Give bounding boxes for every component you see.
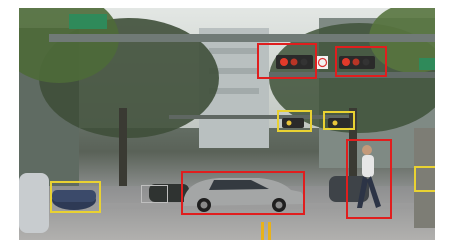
street-sign-green [69, 14, 107, 29]
road-line-right [268, 222, 271, 240]
gantry-top [49, 34, 435, 42]
car-far-left [19, 173, 49, 233]
car-detection-left [50, 181, 101, 213]
pedestrian-detection [346, 139, 392, 219]
street-scene-photo [19, 8, 435, 240]
road-line-left [261, 222, 264, 240]
car-detection-main [181, 171, 305, 215]
traffic-light-detection-2 [335, 46, 387, 77]
car-detection-small [141, 185, 168, 203]
car-detection-right [414, 166, 435, 192]
traffic-light-detection-3 [277, 110, 312, 132]
traffic-light-detection-4 [323, 111, 355, 130]
traffic-light-detection-1 [257, 43, 317, 79]
